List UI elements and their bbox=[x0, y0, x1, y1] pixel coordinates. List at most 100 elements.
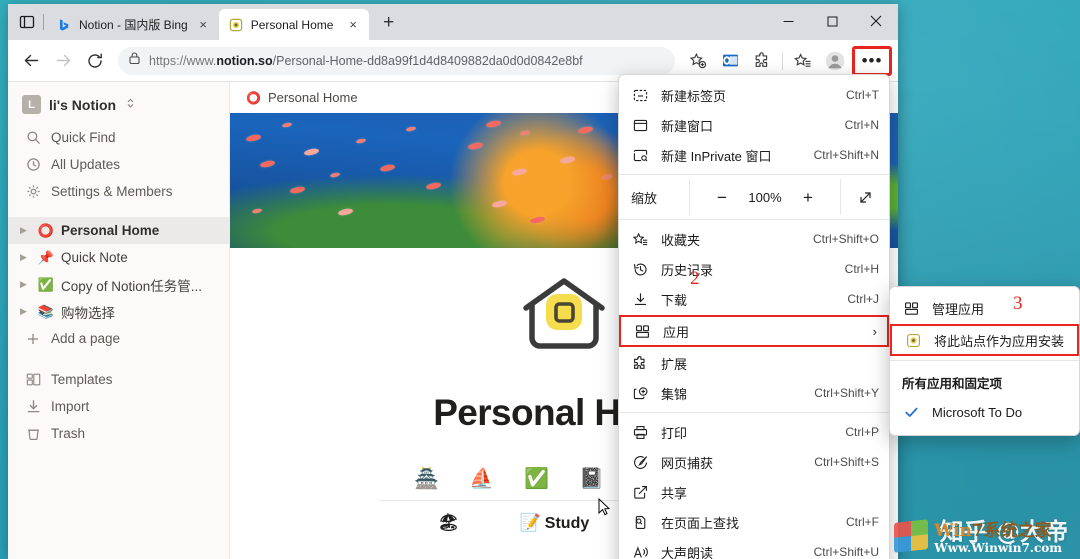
sidebar-item-label: Templates bbox=[51, 372, 113, 387]
tab-title: Personal Home bbox=[250, 17, 334, 32]
menu-item-favorites[interactable]: 收藏夹 Ctrl+Shift+O bbox=[619, 224, 889, 254]
house-icon bbox=[523, 278, 605, 349]
menu-item-shortcut: Ctrl+H bbox=[844, 262, 879, 276]
sidebar-page-shopping[interactable]: ▶ 📚 购物选择 bbox=[8, 298, 229, 325]
sidebar-item-trash[interactable]: Trash bbox=[8, 420, 229, 447]
chevron-right-icon[interactable]: ▶ bbox=[16, 252, 31, 263]
forward-button[interactable] bbox=[48, 46, 78, 76]
menu-item-read-aloud[interactable]: 大声朗读 Ctrl+Shift+U bbox=[619, 537, 889, 559]
chevron-updown-icon bbox=[126, 97, 135, 112]
sidebar-bottom-group: Templates Import Trash bbox=[8, 366, 229, 447]
sidebar-page-personal-home[interactable]: ▶ ⭕ Personal Home bbox=[8, 217, 229, 244]
extensions-icon[interactable] bbox=[747, 46, 777, 76]
tab-personal-home[interactable]: Personal Home × bbox=[218, 9, 369, 40]
tab-strip: Notion - 国内版 Bing × Personal Home × + bbox=[8, 4, 898, 40]
refresh-button[interactable] bbox=[80, 46, 110, 76]
windows-flag-icon bbox=[894, 518, 929, 553]
chevron-right-icon[interactable]: ▶ bbox=[16, 306, 31, 317]
maximize-button[interactable] bbox=[810, 4, 854, 38]
bing-icon bbox=[56, 17, 72, 33]
sidebar-item-label: Add a page bbox=[51, 331, 121, 346]
favorites-icon[interactable] bbox=[788, 46, 818, 76]
page-icon-notebook[interactable]: 📓 bbox=[579, 466, 604, 491]
download-icon bbox=[631, 290, 649, 308]
menu-item-find-on-page[interactable]: 在页面上查找 Ctrl+F bbox=[619, 507, 889, 537]
new-window-icon bbox=[631, 116, 649, 134]
tab-close-button[interactable]: × bbox=[345, 16, 362, 33]
menu-item-shortcut: Ctrl+J bbox=[847, 292, 879, 306]
submenu-item-label: Microsoft To Do bbox=[932, 404, 1023, 420]
workspace-switcher[interactable]: L li's Notion bbox=[8, 88, 229, 124]
sidebar-item-import[interactable]: Import bbox=[8, 393, 229, 420]
menu-item-inprivate-window[interactable]: 新建 InPrivate 窗口 Ctrl+Shift+N bbox=[619, 140, 889, 170]
menu-item-share[interactable]: 共享 bbox=[619, 477, 889, 507]
menu-item-extensions[interactable]: 扩展 bbox=[619, 348, 889, 378]
menu-item-label: 新建标签页 bbox=[661, 88, 727, 104]
sidebar-page-quick-note[interactable]: ▶ 📌 Quick Note bbox=[8, 244, 229, 271]
menu-item-label: 应用 bbox=[663, 324, 690, 340]
menu-item-print[interactable]: 打印 Ctrl+P bbox=[619, 417, 889, 447]
url-text: https://www.notion.so/Personal-Home-dd8a… bbox=[149, 53, 583, 68]
menu-item-label: 收藏夹 bbox=[661, 232, 701, 248]
tab-notion-bing[interactable]: Notion - 国内版 Bing × bbox=[47, 9, 219, 40]
menu-item-new-window[interactable]: 新建窗口 Ctrl+N bbox=[619, 110, 889, 140]
menu-item-downloads[interactable]: 下载 Ctrl+J bbox=[619, 284, 889, 314]
page-icon-check[interactable]: ✅ bbox=[524, 466, 549, 491]
back-button[interactable] bbox=[16, 46, 46, 76]
new-tab-button[interactable]: + bbox=[375, 9, 403, 37]
notion-sidebar: L li's Notion Quick Find All Updates Set… bbox=[8, 82, 230, 559]
breadcrumb-emoji: ⭕ bbox=[246, 90, 261, 105]
submenu-item-install-site-as-app[interactable]: 将此站点作为应用安装 bbox=[890, 324, 1079, 356]
page-link-beach[interactable]: 🏖 bbox=[438, 513, 464, 533]
trash-icon bbox=[25, 426, 41, 442]
menu-item-shortcut: Ctrl+P bbox=[845, 425, 879, 439]
sidebar-page-copy-of-notion[interactable]: ▶ ✅ Copy of Notion任务管... bbox=[8, 271, 229, 298]
sidebar-item-all-updates[interactable]: All Updates bbox=[8, 151, 229, 178]
sidebar-add-page-button[interactable]: Add a page bbox=[8, 325, 229, 352]
sidebar-item-quick-find[interactable]: Quick Find bbox=[8, 124, 229, 151]
sidebar-item-templates[interactable]: Templates bbox=[8, 366, 229, 393]
fullscreen-button[interactable] bbox=[841, 190, 889, 205]
page-icon-sailboat[interactable]: ⛵ bbox=[469, 466, 494, 491]
sidebar-item-label: Trash bbox=[51, 426, 86, 441]
menu-item-new-tab[interactable]: 新建标签页 Ctrl+T bbox=[619, 80, 889, 110]
profile-avatar[interactable] bbox=[820, 46, 850, 76]
inprivate-icon bbox=[631, 146, 649, 164]
tab-title: Notion - 国内版 Bing bbox=[79, 18, 188, 32]
url-omnibox[interactable]: https://www.notion.so/Personal-Home-dd8a… bbox=[118, 46, 675, 75]
zoom-out-button[interactable]: − bbox=[712, 189, 732, 206]
page-link-study[interactable]: 📝 Study bbox=[520, 513, 590, 533]
menu-item-shortcut: Ctrl+F bbox=[846, 515, 879, 529]
submenu-item-manage-apps[interactable]: 管理应用 bbox=[890, 293, 1079, 323]
menu-item-history[interactable]: 历史记录 Ctrl+H bbox=[619, 254, 889, 284]
menu-item-label: 集锦 bbox=[661, 386, 688, 402]
add-favorite-icon[interactable] bbox=[683, 46, 713, 76]
toolbar-separator bbox=[782, 51, 783, 70]
menu-item-web-capture[interactable]: 网页捕获 Ctrl+Shift+S bbox=[619, 447, 889, 477]
chevron-right-icon[interactable]: ▶ bbox=[16, 279, 31, 290]
plus-icon bbox=[25, 331, 41, 347]
watermark-text-block: Win7系统之家 Www.Winwin7.com bbox=[934, 516, 1062, 555]
watermark-url: Www.Winwin7.com bbox=[934, 541, 1062, 555]
apps-icon bbox=[902, 299, 920, 317]
menu-item-apps[interactable]: 应用 › bbox=[619, 315, 889, 347]
history-icon bbox=[631, 260, 649, 278]
settings-and-more-button[interactable]: ••• bbox=[852, 45, 892, 76]
chevron-right-icon[interactable]: ▶ bbox=[16, 225, 31, 236]
zoom-in-button[interactable]: + bbox=[798, 189, 818, 206]
tab-close-button[interactable]: × bbox=[195, 16, 212, 33]
menu-item-collections[interactable]: 集锦 Ctrl+Shift+Y bbox=[619, 378, 889, 408]
clock-icon bbox=[25, 157, 41, 173]
submenu-item-label: 管理应用 bbox=[932, 301, 985, 317]
close-button[interactable] bbox=[854, 4, 898, 38]
page-icon-castle[interactable]: 🏯 bbox=[414, 466, 439, 491]
minimize-button[interactable] bbox=[766, 4, 810, 38]
tab-actions-button[interactable] bbox=[12, 7, 42, 37]
menu-item-shortcut: Ctrl+N bbox=[844, 118, 879, 132]
outlook-icon[interactable] bbox=[715, 46, 745, 76]
submenu-item-microsoft-todo[interactable]: Microsoft To Do bbox=[890, 397, 1079, 427]
collections-icon bbox=[631, 384, 649, 402]
watermark-brand: Win7系统之家 bbox=[934, 521, 1052, 541]
sidebar-item-settings-members[interactable]: Settings & Members bbox=[8, 178, 229, 205]
